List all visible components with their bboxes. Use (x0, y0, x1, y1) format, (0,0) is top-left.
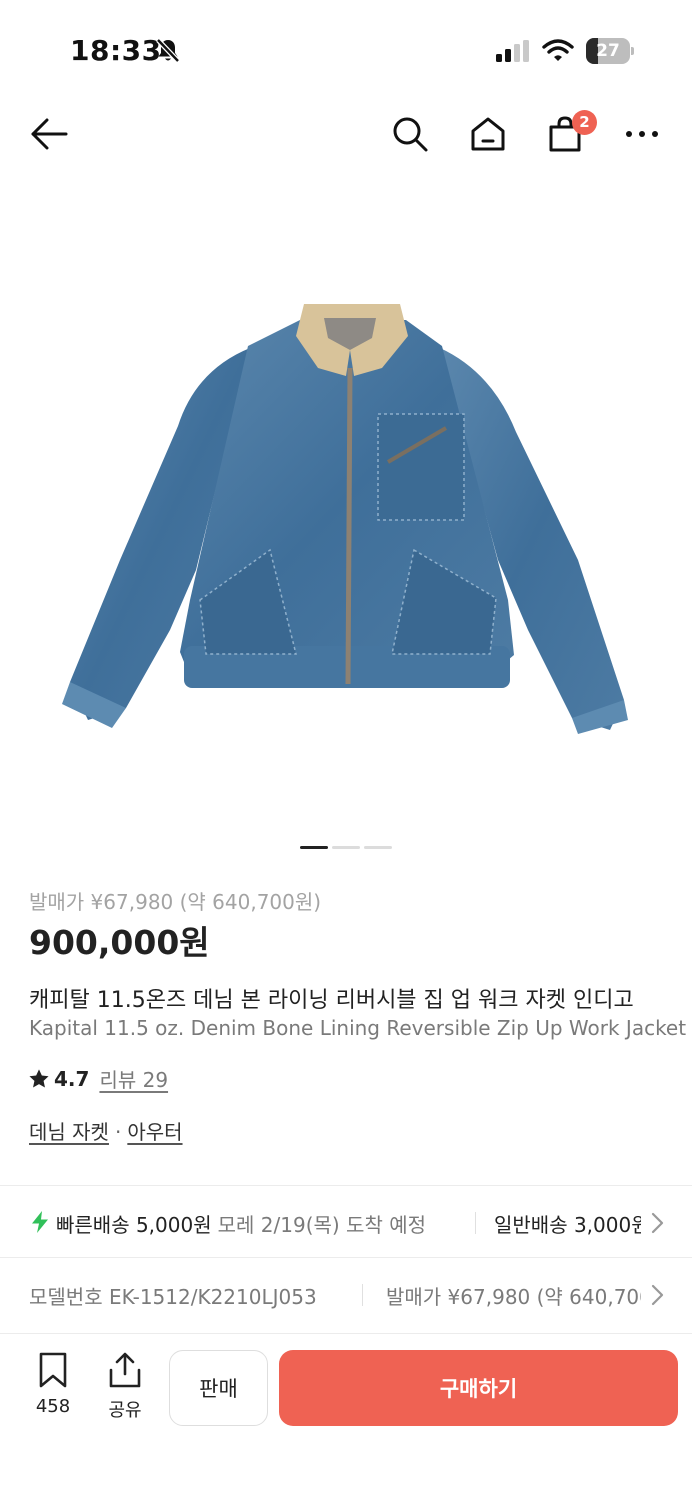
image-pager (300, 846, 392, 849)
buy-button[interactable]: 구매하기 (279, 1350, 678, 1426)
product-image[interactable] (0, 200, 692, 820)
rating-row: 4.7 리뷰 29 (28, 1064, 168, 1093)
lightning-bolt-icon (32, 1211, 48, 1233)
model-release-price: 발매가 ¥67,980 (약 640,700원) (386, 1285, 641, 1309)
fast-delivery-option[interactable]: 빠른배송 5,000원 모레 2/19(목) 도착 예정 (56, 1209, 426, 1238)
battery-level: 27 (596, 41, 620, 61)
bookmark-icon (39, 1352, 67, 1388)
product-price: 900,000원 (29, 923, 210, 962)
back-button[interactable] (24, 110, 72, 158)
product-title-en: Kapital 11.5 oz. Denim Bone Lining Rever… (29, 1016, 687, 1040)
share-label: 공유 (108, 1400, 142, 1421)
bookmark-button[interactable]: 458 (26, 1352, 80, 1417)
fast-delivery-label: 빠른배송 5,000원 (56, 1213, 212, 1237)
chevron-right-icon (651, 1212, 664, 1234)
pager-dot[interactable] (300, 846, 328, 849)
more-icon (626, 131, 658, 137)
bookmark-count: 458 (35, 1396, 71, 1417)
bell-slash-icon (156, 38, 180, 68)
fast-delivery-eta: 모레 2/19(목) 도착 예정 (217, 1213, 427, 1237)
share-icon (109, 1352, 141, 1388)
chevron-right-icon (651, 1284, 664, 1306)
cart-count-badge: 2 (572, 110, 597, 135)
category-link-outer[interactable]: 아우터 (127, 1120, 182, 1144)
divider (0, 1257, 692, 1258)
category-breadcrumb: 데님 자켓 · 아우터 (29, 1116, 183, 1145)
back-arrow-icon (31, 118, 68, 150)
star-icon (29, 1068, 49, 1088)
normal-delivery-option[interactable]: 일반배송 3,000원 (494, 1209, 641, 1238)
category-separator: · (114, 1120, 122, 1144)
pager-dot[interactable] (332, 846, 360, 849)
vertical-divider (475, 1212, 476, 1234)
search-button[interactable] (386, 110, 434, 158)
share-button[interactable]: 공유 (98, 1352, 152, 1422)
status-time: 18:33 (70, 34, 162, 67)
search-icon (393, 117, 428, 152)
product-title-ko: 캐피탈 11.5온즈 데님 본 라이닝 리버시블 집 업 워크 자켓 인디고 (29, 988, 634, 1013)
home-button[interactable] (464, 110, 512, 158)
divider (0, 1185, 692, 1186)
vertical-divider (362, 1284, 363, 1306)
category-link-denim-jacket[interactable]: 데님 자켓 (29, 1120, 109, 1144)
status-bar: 18:33 27 (0, 0, 692, 100)
cellular-signal-icon (496, 40, 532, 66)
pager-dot[interactable] (364, 846, 392, 849)
release-price: 발매가 ¥67,980 (약 640,700원) (29, 890, 322, 914)
more-button[interactable] (618, 110, 666, 158)
home-icon (471, 117, 505, 151)
rating-value: 4.7 (54, 1066, 90, 1091)
battery-icon: 27 (586, 38, 634, 64)
model-info-row[interactable]: 모델번호 EK-1512/K2210LJ053 발매가 ¥67,980 (약 6… (0, 1259, 692, 1329)
model-number: 모델번호 EK-1512/K2210LJ053 (29, 1285, 317, 1309)
review-link[interactable]: 리뷰 29 (99, 1064, 168, 1093)
bottom-action-bar: 458 공유 판매 구매하기 (0, 1333, 692, 1500)
sell-button[interactable]: 판매 (169, 1350, 268, 1426)
delivery-options-row[interactable]: 빠른배송 5,000원 모레 2/19(목) 도착 예정 일반배송 3,000원 (0, 1187, 692, 1257)
wifi-icon (542, 38, 574, 66)
